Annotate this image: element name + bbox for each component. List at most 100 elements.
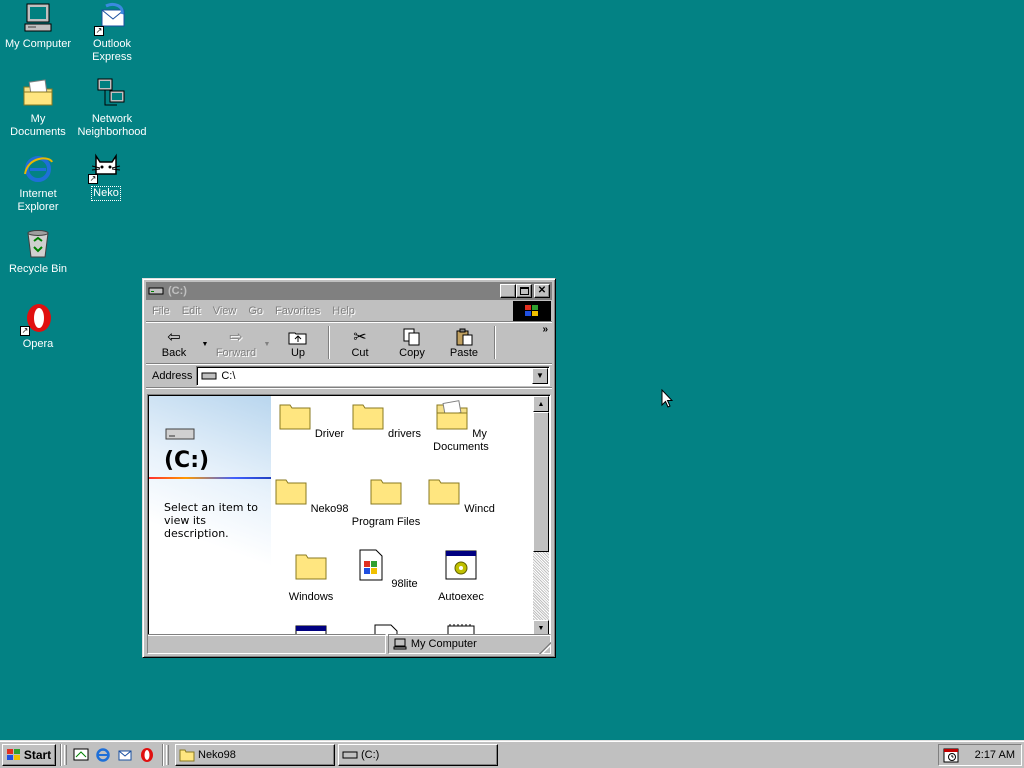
chevron-down-icon: ▼: [537, 624, 545, 632]
recycle-bin-icon: [22, 227, 54, 259]
taskbar: Start Neko98 (C:) 2:17 AM: [0, 740, 1024, 768]
menu-go[interactable]: Go: [242, 305, 269, 317]
drive-title: (C:): [164, 448, 210, 473]
file-item-my-documents[interactable]: My Documents: [423, 399, 499, 454]
window-titlebar[interactable]: (C:) _ ✕: [146, 282, 552, 300]
scheduler-icon[interactable]: [943, 747, 959, 763]
desktop-icon-my-computer[interactable]: My Computer: [1, 2, 75, 51]
back-button[interactable]: ⇦ Back: [148, 324, 200, 361]
menu-view[interactable]: View: [207, 305, 243, 317]
my-computer-icon: [393, 638, 407, 650]
quick-launch-outlook-express[interactable]: [114, 744, 136, 766]
desktop-icon-label: My Documents: [10, 113, 66, 138]
mouse-pointer-icon: [661, 389, 673, 408]
address-label: Address: [152, 369, 193, 382]
network-neighborhood-icon: [96, 77, 128, 109]
folder-icon: [370, 479, 402, 505]
desktop-icon-outlook-express[interactable]: ↗ Outlook Express: [75, 2, 149, 64]
folder-icon: [275, 479, 306, 505]
opera-icon: ↗: [20, 302, 54, 336]
desktop-icon-network-neighborhood[interactable]: Network Neighborhood: [75, 77, 149, 139]
status-location: My Computer: [410, 638, 477, 650]
menu-edit[interactable]: Edit: [176, 305, 207, 317]
scroll-thumb[interactable]: [533, 412, 549, 552]
quick-launch-opera[interactable]: [136, 744, 158, 766]
folder-content-pane[interactable]: (C:) Select an item to view its descript…: [147, 394, 551, 636]
paste-button[interactable]: Paste: [438, 324, 490, 361]
explorer-window[interactable]: (C:) _ ✕ File Edit View Go Favorites Hel…: [142, 278, 556, 658]
file-item-wincd[interactable]: Wincd: [423, 474, 499, 516]
file-list: Driver drivers My Documents Neko98 Progr…: [272, 395, 536, 635]
maximize-button[interactable]: [516, 284, 532, 298]
file-item-autoexec[interactable]: Autoexec: [423, 549, 499, 604]
clock[interactable]: 2:17 AM: [975, 749, 1015, 761]
my-documents-folder-icon: [436, 400, 468, 430]
close-button[interactable]: ✕: [534, 284, 550, 298]
quick-launch-internet-explorer[interactable]: [92, 744, 114, 766]
system-tray: 2:17 AM: [938, 744, 1022, 766]
file-name: Autoexec: [438, 591, 484, 603]
task-button-neko98[interactable]: Neko98: [175, 743, 335, 766]
file-item-drivers[interactable]: drivers: [348, 399, 424, 441]
forward-label: Forward: [215, 347, 257, 359]
window-title: (C:): [168, 285, 187, 297]
task-label: Neko98: [198, 748, 236, 761]
up-button[interactable]: Up: [272, 324, 324, 361]
vertical-scrollbar[interactable]: ▲ ▼: [533, 396, 549, 635]
gradient-divider: [149, 477, 271, 479]
windows-flag-icon: [6, 748, 20, 760]
address-dropdown-button[interactable]: ▼: [532, 367, 548, 384]
toolbar-separator: [494, 326, 496, 359]
task-area-grip[interactable]: [166, 744, 169, 765]
desktop-icon-recycle-bin[interactable]: Recycle Bin: [1, 227, 75, 276]
menu-file[interactable]: File: [146, 305, 176, 317]
back-arrow-icon: ⇦: [167, 329, 181, 346]
start-button[interactable]: Start: [2, 743, 56, 766]
cut-button[interactable]: ✂ Cut: [334, 324, 386, 361]
desktop-icon-my-documents[interactable]: My Documents: [1, 77, 75, 139]
quick-launch-grip[interactable]: [64, 744, 67, 765]
scroll-up-button[interactable]: ▲: [533, 396, 549, 412]
neko-cat-icon: ↗: [88, 150, 122, 184]
menu-help[interactable]: Help: [326, 305, 361, 317]
status-bar: My Computer: [147, 634, 551, 654]
folder-icon: [352, 404, 384, 430]
show-desktop-button[interactable]: [70, 744, 92, 766]
resize-grip[interactable]: [539, 642, 551, 654]
status-pane-location: My Computer: [387, 634, 551, 654]
back-dropdown-button[interactable]: ▼: [200, 324, 210, 361]
file-item-program-files[interactable]: Program Files: [348, 474, 424, 529]
file-item-driver[interactable]: Driver: [273, 399, 349, 441]
toolbar-more-button[interactable]: »: [542, 324, 548, 335]
paste-label: Paste: [449, 347, 479, 359]
maximize-icon: [519, 287, 529, 295]
copy-button[interactable]: Copy: [386, 324, 438, 361]
minimize-button[interactable]: _: [500, 284, 516, 299]
shortcut-arrow-icon: ↗: [88, 174, 98, 184]
toolbar-separator: [328, 326, 330, 359]
file-name: Driver: [314, 428, 345, 440]
shortcut-arrow-icon: ↗: [94, 26, 104, 36]
file-name: 98lite: [391, 578, 418, 590]
hard-drive-icon: [165, 428, 195, 440]
forward-button[interactable]: ⇨ Forward: [210, 324, 262, 361]
start-label: Start: [23, 747, 52, 762]
file-item-neko98[interactable]: Neko98: [273, 474, 349, 516]
file-item-98lite[interactable]: 98lite: [348, 549, 424, 591]
desktop-icon-opera[interactable]: ↗ Opera: [1, 302, 75, 351]
menu-bar: File Edit View Go Favorites Help: [146, 300, 552, 322]
up-label: Up: [290, 347, 306, 359]
desktop-icon-internet-explorer[interactable]: Internet Explorer: [1, 152, 75, 214]
forward-dropdown-button[interactable]: ▼: [262, 324, 272, 361]
up-folder-icon: [287, 327, 309, 347]
desktop-icon-neko[interactable]: ↗ Neko: [69, 150, 143, 201]
task-button-c-drive[interactable]: (C:): [338, 743, 498, 766]
menu-favorites[interactable]: Favorites: [269, 305, 326, 317]
file-name: Windows: [288, 591, 334, 603]
file-item-windows[interactable]: Windows: [273, 549, 349, 604]
file-name: Program Files: [351, 516, 421, 528]
outlook-express-icon: [118, 750, 132, 760]
paste-icon: [453, 327, 475, 347]
folder-icon: [279, 404, 311, 430]
address-input[interactable]: C:\ ▼: [196, 365, 550, 386]
